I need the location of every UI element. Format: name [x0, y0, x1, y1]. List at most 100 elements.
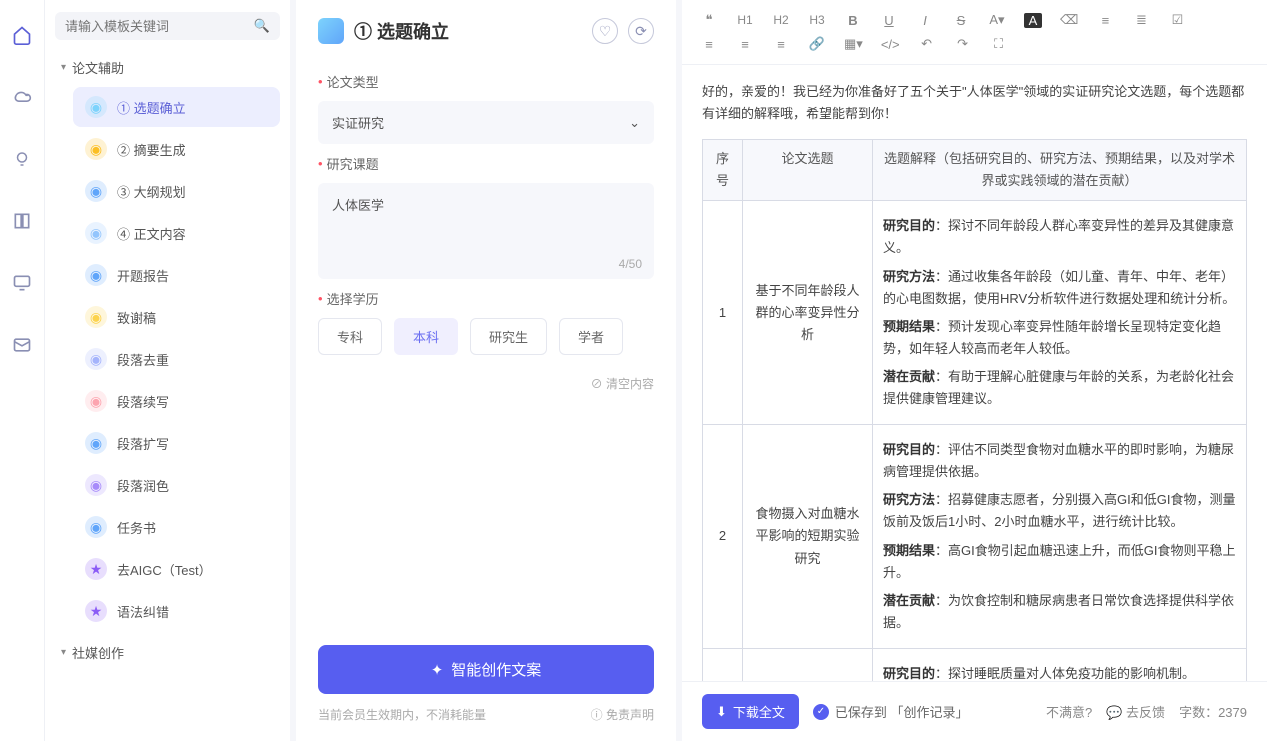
nav-label: 任务书 [117, 518, 156, 537]
home-icon[interactable] [11, 24, 33, 46]
bulb-icon[interactable] [11, 148, 33, 170]
book-icon[interactable] [11, 210, 33, 232]
feedback-button[interactable]: 💬 去反馈 [1106, 702, 1165, 721]
nav-icon: ◉ [85, 264, 107, 286]
panel-title: ① 选题确立 [354, 18, 582, 44]
editor-content[interactable]: 好的，亲爱的！我已经为你准备好了五个关于"人体医学"领域的实证研究论文选题，每个… [682, 65, 1267, 681]
bold-button[interactable]: B [844, 13, 862, 28]
group-thesis[interactable]: ▾论文辅助 [55, 54, 280, 81]
chevron-down-icon: ▾ [61, 647, 66, 658]
search-box[interactable]: 🔍 [55, 12, 280, 40]
align-left-button[interactable]: ≡ [700, 37, 718, 52]
disclaimer-link[interactable]: ⓘ 免责声明 [591, 706, 654, 723]
nav-item-8[interactable]: ◉ 段落扩写 [73, 423, 280, 463]
bg-color-button[interactable]: A [1024, 13, 1042, 28]
nav-icon: ◉ [85, 348, 107, 370]
h2-button[interactable]: H2 [772, 13, 790, 27]
monitor-icon[interactable] [11, 272, 33, 294]
nav-item-3[interactable]: ◉ ④ 正文内容 [73, 213, 280, 253]
nav-label: ① 选题确立 [117, 98, 186, 117]
checklist-button[interactable]: ☑ [1168, 12, 1186, 28]
chevron-down-icon: ⌄ [629, 115, 640, 131]
saved-indicator: ✓已保存到 「创作记录」 [813, 702, 969, 721]
nav-item-2[interactable]: ◉③ 大纲规划 [73, 171, 280, 211]
chip-本科[interactable]: 本科 [394, 318, 458, 355]
intro-text: 好的，亲爱的！我已经为你准备好了五个关于"人体医学"领域的实证研究论文选题，每个… [702, 81, 1247, 125]
clear-format-button[interactable]: ⌫ [1060, 12, 1078, 28]
nav-item-5[interactable]: ◉ 致谢稿 [73, 297, 280, 337]
link-button[interactable]: 🔗 [808, 36, 826, 52]
nav-label: 语法纠错 [117, 602, 169, 621]
fullscreen-button[interactable]: ⛶ [990, 36, 1008, 52]
search-icon: 🔍 [254, 18, 270, 34]
ul-button[interactable]: ≡ [1096, 13, 1114, 28]
editor-panel: ❝ H1 H2 H3 B U I S A▾ A ⌫ ≡ ≣ ☑ ≡ ≡ ≡ 🔗 … [682, 0, 1267, 741]
nav-label: 段落续写 [117, 392, 169, 411]
h3-button[interactable]: H3 [808, 13, 826, 27]
code-button[interactable]: </> [881, 37, 900, 52]
table-row: 3研究目的：探讨睡眠质量对人体免疫功能的影响机制。研究方法：采用问卷调查结合生理… [703, 648, 1247, 681]
cloud-icon[interactable] [11, 86, 33, 108]
nav-item-6[interactable]: ◉段落去重 [73, 339, 280, 379]
nav-icon: ◉ [85, 306, 107, 328]
generate-button[interactable]: ✦智能创作文案 [318, 645, 654, 694]
nav-label: 致谢稿 [117, 308, 156, 327]
nav-item-12[interactable]: ★ 语法纠错 [73, 591, 280, 631]
font-color-button[interactable]: A▾ [988, 12, 1006, 28]
nav-icon: ◉ [85, 222, 107, 244]
underline-button[interactable]: U [880, 13, 898, 28]
align-right-button[interactable]: ≡ [772, 37, 790, 52]
redo-button[interactable]: ↷ [954, 36, 972, 52]
nav-item-10[interactable]: ◉ 任务书 [73, 507, 280, 547]
undo-button[interactable]: ↶ [918, 36, 936, 52]
word-count: 字数：2379 [1179, 702, 1247, 721]
nav-label: 开题报告 [117, 266, 169, 285]
nav-item-4[interactable]: ◉ 开题报告 [73, 255, 280, 295]
chip-专科[interactable]: 专科 [318, 318, 382, 355]
chevron-down-icon: ▾ [61, 62, 66, 73]
clear-button[interactable]: ⊘ 清空内容 [318, 375, 654, 392]
group-social[interactable]: ▾社媒创作 [55, 639, 280, 666]
nav-icon: ◉ [85, 432, 107, 454]
nav-label: 段落润色 [117, 476, 169, 495]
ol-button[interactable]: ≣ [1132, 12, 1150, 28]
label-edu: •选择学历 [318, 289, 654, 308]
favorite-button[interactable]: ♡ [592, 18, 618, 44]
quote-icon[interactable]: ❝ [700, 12, 718, 28]
check-icon: ✓ [813, 704, 829, 720]
nav-icon: ★ [85, 600, 107, 622]
sidebar: 🔍 ▾论文辅助 ◉① 选题确立◉② 摘要生成◉③ 大纲规划◉④ 正文内容◉开题报… [44, 0, 290, 741]
download-icon: ⬇ [716, 704, 727, 720]
history-button[interactable]: ⟳ [628, 18, 654, 44]
chip-学者[interactable]: 学者 [559, 318, 623, 355]
align-center-button[interactable]: ≡ [736, 37, 754, 52]
char-counter: 4/50 [619, 257, 642, 271]
table-button[interactable]: ▦▾ [844, 36, 863, 52]
nav-label: ② 摘要生成 [117, 140, 186, 159]
h1-button[interactable]: H1 [736, 13, 754, 27]
nav-item-0[interactable]: ◉ ① 选题确立 [73, 87, 280, 127]
download-button[interactable]: ⬇下载全文 [702, 694, 799, 729]
topic-input[interactable]: 人体医学 4/50 [318, 183, 654, 279]
unsatisfied-text: 不满意? [1046, 702, 1092, 721]
mail-icon[interactable] [11, 334, 33, 356]
italic-button[interactable]: I [916, 13, 934, 28]
nav-item-1[interactable]: ◉② 摘要生成 [73, 129, 280, 169]
nav-item-9[interactable]: ◉ 段落润色 [73, 465, 280, 505]
strike-button[interactable]: S [952, 13, 970, 28]
form-panel: ① 选题确立 ♡ ⟳ •论文类型 实证研究⌄ •研究课题 人体医学 4/50 •… [296, 0, 676, 741]
nav-label: ④ 正文内容 [117, 224, 186, 243]
search-input[interactable] [65, 19, 254, 34]
type-select[interactable]: 实证研究⌄ [318, 101, 654, 144]
nav-item-7[interactable]: ◉段落续写 [73, 381, 280, 421]
chip-研究生[interactable]: 研究生 [470, 318, 547, 355]
toolbar: ❝ H1 H2 H3 B U I S A▾ A ⌫ ≡ ≣ ☑ ≡ ≡ ≡ 🔗 … [682, 0, 1267, 65]
nav-icon: ◉ [85, 474, 107, 496]
topics-table: 序号 论文选题 选题解释（包括研究目的、研究方法、预期结果，以及对学术界或实践领… [702, 139, 1247, 681]
quota-text: 当前会员生效期内，不消耗能量 [318, 706, 486, 723]
nav-icon: ◉ [85, 96, 107, 118]
nav-icon: ◉ [85, 516, 107, 538]
nav-label: 段落扩写 [117, 434, 169, 453]
nav-label: 去AIGC（Test） [117, 560, 212, 579]
nav-item-11[interactable]: ★去AIGC（Test） [73, 549, 280, 589]
